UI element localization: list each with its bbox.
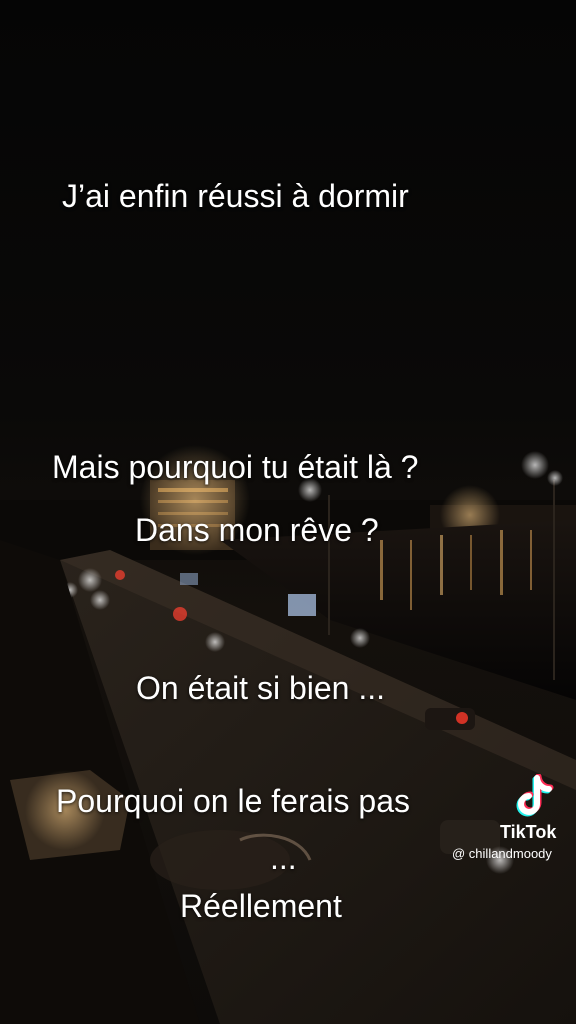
caption-line-3: Dans mon rêve ? <box>135 512 379 548</box>
video-frame: J’ai enfin réussi à dormir Mais pourquoi… <box>0 0 576 1024</box>
caption-line-1: J’ai enfin réussi à dormir <box>62 178 409 214</box>
tiktok-watermark: TikTok @ chillandmoody <box>452 774 572 866</box>
tiktok-brand-name: TikTok <box>500 822 557 842</box>
caption-line-6: ... <box>270 840 297 876</box>
caption-line-2: Mais pourquoi tu était là ? <box>52 449 419 485</box>
tiktok-handle: @ chillandmoody <box>452 846 552 861</box>
caption-line-4: On était si bien ... <box>136 670 386 706</box>
caption-line-5: Pourquoi on le ferais pas <box>56 783 410 819</box>
caption-line-7: Réellement <box>180 888 342 924</box>
tiktok-logo-icon <box>516 774 554 817</box>
